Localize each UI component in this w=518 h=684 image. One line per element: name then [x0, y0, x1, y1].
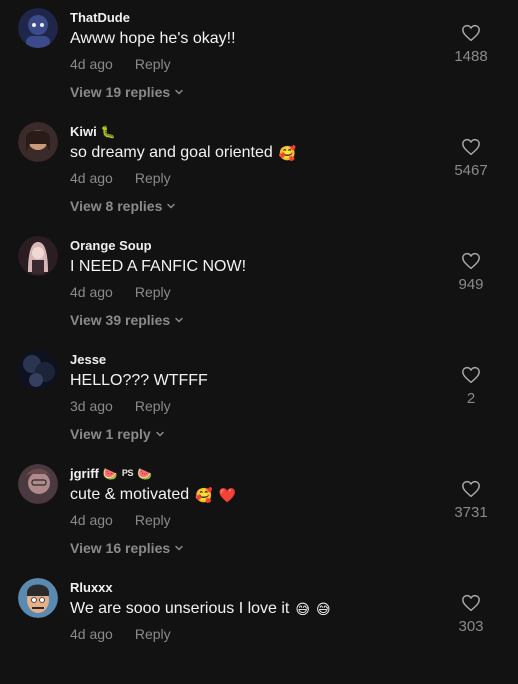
like-count: 1488	[454, 48, 488, 65]
comment-text: cute & motivated 🥰 ❤️	[70, 486, 236, 504]
view-replies-label[interactable]: View 1 reply	[70, 426, 151, 442]
comment-text: so dreamy and goal oriented 🥰	[70, 144, 296, 162]
username[interactable]: Jesse	[70, 352, 106, 367]
reply-button[interactable]: Reply	[135, 512, 171, 528]
avatar[interactable]	[18, 236, 58, 276]
comment-body: so dreamy and goal oriented	[70, 144, 273, 161]
heart-outline-icon[interactable]	[461, 594, 481, 612]
timestamp: 4d ago	[70, 284, 113, 300]
chevron-down-icon	[175, 89, 183, 95]
comment-meta: 3d ago Reply	[70, 398, 171, 414]
username[interactable]: Orange Soup	[70, 238, 152, 253]
avatar[interactable]	[18, 578, 58, 618]
avatar[interactable]	[18, 122, 58, 162]
comment-item: Orange Soup I NEED A FANFIC NOW! 4d ago R…	[0, 228, 518, 342]
chevron-down-icon	[175, 317, 183, 323]
comment-body: HELLO??? WTFFF	[70, 372, 208, 389]
username[interactable]: ThatDude	[70, 10, 130, 25]
username-text[interactable]: Jesse	[70, 352, 106, 367]
view-replies-label[interactable]: View 19 replies	[70, 84, 170, 100]
comment-meta: 4d ago Reply	[70, 512, 171, 528]
watermelon-badge: 🍉	[102, 466, 118, 481]
smiling-hearts-emoji: 🥰	[278, 145, 297, 161]
comment-meta: 4d ago Reply	[70, 170, 171, 186]
comment-item: Jesse HELLO??? WTFFF 3d ago Reply View 1 …	[0, 342, 518, 456]
comment-body: We are sooo unserious I love it	[70, 600, 290, 617]
comment-meta: 4d ago Reply	[70, 56, 171, 72]
avatar[interactable]	[18, 464, 58, 504]
timestamp: 4d ago	[70, 170, 113, 186]
chevron-down-icon	[155, 431, 164, 437]
username[interactable]: Kiwi 🐛	[70, 124, 116, 139]
username-text[interactable]: Orange Soup	[70, 238, 152, 253]
comment-list: ThatDude Awww hope he's okay!! 4d ago Rep…	[0, 0, 518, 656]
timestamp: 4d ago	[70, 626, 113, 642]
comment-item: Kiwi 🐛 so dreamy and goal oriented 🥰 4d …	[0, 114, 518, 228]
comment-item: ThatDude Awww hope he's okay!! 4d ago Rep…	[0, 0, 518, 114]
view-replies-button[interactable]: View 39 replies	[70, 312, 184, 328]
comment-meta: 4d ago Reply	[70, 626, 171, 642]
reply-button[interactable]: Reply	[135, 626, 171, 642]
comment-text: We are sooo unserious I love it 😅 😅	[70, 600, 331, 618]
username-text[interactable]: ThatDude	[70, 10, 130, 25]
grinning-sweat-emoji: 😅	[295, 601, 310, 617]
avatar[interactable]	[18, 350, 58, 390]
timestamp: 3d ago	[70, 398, 113, 414]
heart-outline-icon[interactable]	[461, 366, 481, 384]
watermelon-badge: 🍉	[137, 466, 153, 481]
reply-button[interactable]: Reply	[135, 56, 171, 72]
reply-button[interactable]: Reply	[135, 284, 171, 300]
timestamp: 4d ago	[70, 56, 113, 72]
smiling-hearts-emoji: 🥰	[195, 487, 213, 503]
view-replies-label[interactable]: View 39 replies	[70, 312, 170, 328]
like-count: 5467	[454, 162, 488, 179]
chevron-down-icon	[175, 545, 183, 551]
reply-button[interactable]: Reply	[135, 170, 171, 186]
like-count: 949	[458, 276, 484, 293]
view-replies-button[interactable]: View 8 replies	[70, 198, 176, 214]
comment-item: jgriff 🍉 PS 🍉 cute & motivated 🥰 ❤️ 4d a…	[0, 456, 518, 570]
red-heart-emoji: ❤️	[218, 487, 237, 503]
comment-body: I NEED A FANFIC NOW!	[70, 258, 247, 275]
comment-body: cute & motivated	[70, 486, 190, 503]
username-text[interactable]: Rluxxx	[70, 580, 113, 595]
view-replies-label[interactable]: View 8 replies	[70, 198, 162, 214]
view-replies-button[interactable]: View 1 reply	[70, 426, 165, 442]
heart-outline-icon[interactable]	[461, 138, 481, 156]
like-button[interactable]: 3731	[446, 480, 496, 521]
comment-text: HELLO??? WTFFF	[70, 372, 208, 390]
heart-outline-icon[interactable]	[461, 480, 481, 498]
username-text[interactable]: Kiwi	[70, 124, 97, 139]
like-button[interactable]: 303	[446, 594, 496, 635]
view-replies-button[interactable]: View 16 replies	[70, 540, 184, 556]
like-button[interactable]: 1488	[446, 24, 496, 65]
ps-badge: PS	[121, 468, 134, 478]
like-button[interactable]: 2	[446, 366, 496, 407]
like-count: 303	[458, 618, 484, 635]
caterpillar-badge: 🐛	[100, 124, 116, 139]
view-replies-label[interactable]: View 16 replies	[70, 540, 170, 556]
grinning-sweat-emoji: 😅	[315, 601, 331, 617]
view-replies-button[interactable]: View 19 replies	[70, 84, 184, 100]
like-count: 3731	[454, 504, 488, 521]
avatar[interactable]	[18, 8, 58, 48]
timestamp: 4d ago	[70, 512, 113, 528]
username-text[interactable]: jgriff	[70, 466, 99, 481]
comment-body: Awww hope he's okay!!	[70, 30, 236, 47]
comment-meta: 4d ago Reply	[70, 284, 171, 300]
heart-outline-icon[interactable]	[461, 252, 481, 270]
comment-text: Awww hope he's okay!!	[70, 30, 236, 48]
reply-button[interactable]: Reply	[135, 398, 171, 414]
heart-outline-icon[interactable]	[461, 24, 481, 42]
like-button[interactable]: 949	[446, 252, 496, 293]
like-button[interactable]: 5467	[446, 138, 496, 179]
chevron-down-icon	[167, 203, 176, 209]
comment-item: Rluxxx We are sooo unserious I love it 😅…	[0, 570, 518, 684]
like-count: 2	[466, 390, 476, 407]
comment-text: I NEED A FANFIC NOW!	[70, 258, 246, 276]
username[interactable]: Rluxxx	[70, 580, 113, 595]
username[interactable]: jgriff 🍉 PS 🍉	[70, 466, 152, 481]
